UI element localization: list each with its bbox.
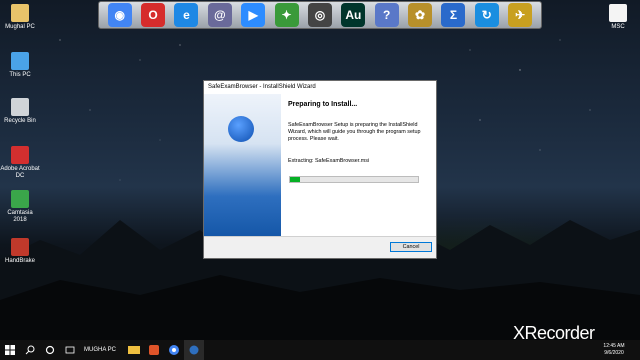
sigma-icon[interactable]: Σ (441, 3, 466, 27)
taskbar-pc-label[interactable]: MUGHA PC (84, 347, 116, 353)
computer-icon (11, 52, 29, 70)
sync-icon[interactable]: ↻ (474, 3, 499, 27)
chrome-taskbar-icon[interactable] (164, 340, 184, 360)
tool-icon[interactable]: ✈ (508, 3, 533, 27)
xrecorder-app-icon[interactable] (144, 340, 164, 360)
handbrake-icon (11, 238, 29, 256)
desktop-icon-label: This PC (9, 72, 31, 78)
audition-icon[interactable]: Au (341, 3, 366, 27)
desktop-icon-label: MSC (611, 24, 625, 30)
desktop-icon-camtasia[interactable]: Camtasia 2018 (0, 190, 40, 224)
desktop-icon-label: Recycle Bin (4, 118, 36, 124)
wizard-description: SafeExamBrowser Setup is preparing the I… (288, 122, 421, 142)
camtasia-icon (11, 190, 29, 208)
taskbar: MUGHA PC (0, 340, 640, 360)
desktop-icon-this-pc[interactable]: This PC (0, 52, 40, 79)
installshield-wizard-window: SafeExamBrowser - InstallShield Wizard P… (203, 80, 437, 259)
progress-bar-fill (290, 177, 301, 182)
installshield-logo-icon (228, 116, 254, 142)
app-swirl-icon[interactable]: @ (207, 3, 232, 27)
desktop-icon-mughal-pc[interactable]: Mughal PC (0, 4, 40, 31)
cortana-icon[interactable] (40, 340, 60, 360)
zoom-icon[interactable]: ▶ (241, 3, 266, 27)
extract-status: Extracting: SafeExamBrowser.msi (288, 158, 370, 164)
wizard-banner (204, 94, 281, 236)
desktop-icon-msc[interactable]: MSC (598, 4, 638, 31)
edge-icon[interactable]: e (174, 3, 199, 27)
progress-bar (289, 176, 419, 183)
app-dock: ◉ Oe @ ▶ ✦ ◎ Au? ✿ Σ ↻ ✈ (98, 1, 542, 29)
app-gold-icon[interactable]: ✿ (408, 3, 433, 27)
taskbar-clock[interactable]: 12:45 AM 9/6/2020 (594, 340, 634, 357)
desktop-icon-acrobat[interactable]: Adobe Acrobat DC (0, 146, 40, 180)
search-icon[interactable] (20, 340, 40, 360)
wizard-heading: Preparing to Install... (288, 101, 358, 108)
cancel-button[interactable]: Cancel (390, 242, 432, 252)
chrome-icon[interactable]: ◉ (107, 3, 132, 27)
clock-time: 12:45 AM (603, 343, 625, 349)
desktop-icon-handbrake[interactable]: HandBrake (0, 238, 40, 265)
footer-divider (204, 236, 436, 237)
desktop-icon-label: HandBrake (4, 258, 36, 264)
recycle-bin-icon (11, 98, 29, 116)
window-title[interactable]: SafeExamBrowser - InstallShield Wizard (204, 81, 436, 94)
acrobat-icon (11, 146, 29, 164)
installer-taskbar-icon[interactable] (184, 340, 205, 360)
desktop-icon-recycle-bin[interactable]: Recycle Bin (0, 98, 40, 125)
folder-icon (11, 4, 29, 22)
desktop-icon-label: Mughal PC (5, 24, 35, 30)
task-view-icon[interactable] (60, 340, 80, 360)
wizard-content: Preparing to Install... SafeExamBrowser … (281, 94, 436, 236)
app-green-icon[interactable]: ✦ (274, 3, 299, 27)
opera-icon[interactable]: O (141, 3, 166, 27)
desktop-icon-label: Adobe Acrobat DC (0, 166, 40, 179)
clock-date: 9/6/2020 (604, 350, 624, 356)
document-icon (609, 4, 627, 22)
file-explorer-icon[interactable] (124, 340, 144, 360)
desktop-icon-label: Camtasia 2018 (7, 210, 33, 223)
help-icon[interactable]: ? (374, 3, 399, 27)
windows-start-icon[interactable] (0, 340, 20, 360)
app-circle-icon[interactable]: ◎ (307, 3, 332, 27)
